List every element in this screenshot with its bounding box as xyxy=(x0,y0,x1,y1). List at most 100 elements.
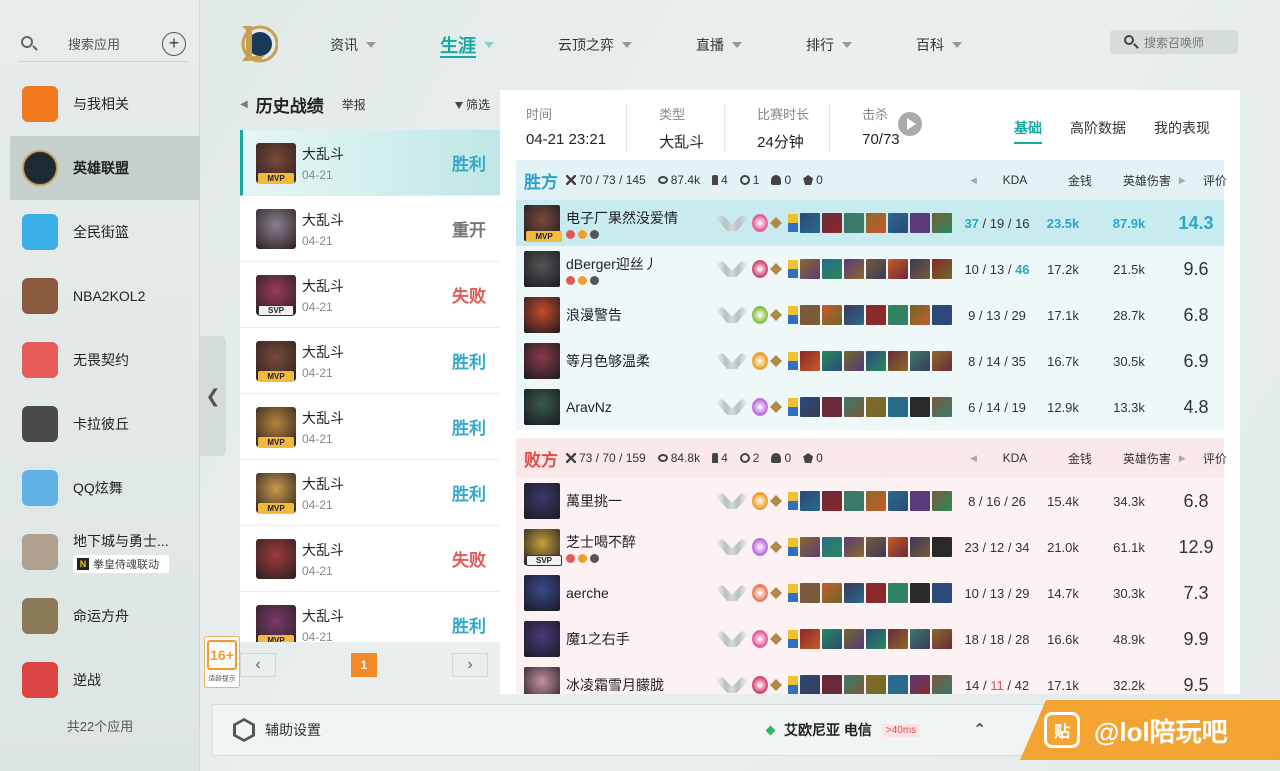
match-history-item[interactable]: MVP 大乱斗 04-21 胜利 xyxy=(240,130,500,196)
summoner-search-input[interactable]: 搜索召唤师 xyxy=(1110,30,1238,54)
sidebar-app-item[interactable]: 全民街篮 xyxy=(10,200,200,264)
player-name[interactable]: 魔1之右手 xyxy=(566,629,716,649)
player-tags xyxy=(566,553,716,563)
item-icon xyxy=(932,537,952,557)
player-name[interactable]: 电子厂果然没爱情 xyxy=(566,208,716,228)
summoner-search-placeholder: 搜索召唤师 xyxy=(1144,35,1205,50)
nav-tab[interactable]: 直播 xyxy=(682,0,756,90)
filter-button[interactable]: 筛选 xyxy=(454,96,490,113)
match-history-item[interactable]: SVP 大乱斗 04-21 失败 xyxy=(240,262,500,328)
nav-tab[interactable]: 百科 xyxy=(902,0,976,90)
nav-tab[interactable]: 资讯 xyxy=(316,0,390,90)
champion-avatar: SVP xyxy=(256,274,296,316)
meta-value: 70/73 xyxy=(862,131,900,148)
col-gold: 金钱 xyxy=(1067,451,1092,466)
detail-tab[interactable]: 我的表现 xyxy=(1154,118,1210,144)
champion-avatar xyxy=(524,389,560,425)
player-row[interactable]: 浪漫警告 9 / 13 / 29 17.1k 28.7k 6.8 xyxy=(516,292,1224,338)
match-history-item[interactable]: MVP 大乱斗 04-21 胜利 xyxy=(240,592,500,642)
spell-icon xyxy=(788,260,798,269)
next-page-button[interactable]: › xyxy=(452,653,488,677)
app-sidebar: 搜索应用 + 与我相关英雄联盟全民街篮 NBA2KOL2 无畏契约 卡拉彼丘 QQ炫舞地… xyxy=(0,0,200,771)
player-name[interactable]: 等月色够温柔 xyxy=(566,351,716,371)
replay-button[interactable] xyxy=(898,112,922,136)
sidebar-app-label: NBA2KOL2 xyxy=(73,288,146,304)
triangle-left-icon[interactable]: ◀ xyxy=(970,175,977,186)
triangle-left-icon[interactable]: ◀ xyxy=(970,453,977,464)
sidebar-app-item[interactable]: QQ炫舞 xyxy=(10,456,200,520)
player-kda: 37 / 19 / 16 xyxy=(962,216,1032,231)
svp-badge: SVP xyxy=(526,555,562,566)
match-date: 04-21 xyxy=(302,629,333,643)
champion-avatar: MVP xyxy=(256,340,296,382)
item-icon xyxy=(866,537,886,557)
player-row[interactable]: aerche 10 / 13 / 29 14.7k 30.3k 7.3 xyxy=(516,570,1224,616)
sidebar-app-item[interactable]: 逆战 xyxy=(10,648,200,712)
sidebar-app-item[interactable]: 卡拉彼丘 xyxy=(10,392,200,456)
expand-bar-button[interactable]: ⌃ xyxy=(973,720,986,740)
match-history-item[interactable]: 大乱斗 04-21 失败 xyxy=(240,526,500,592)
sidebar-app-item[interactable]: 与我相关 xyxy=(10,72,200,136)
triangle-left-icon[interactable]: ◀ xyxy=(240,99,248,110)
nav-tab[interactable]: 生涯 xyxy=(426,0,508,90)
sidebar-app-label: 与我相关 xyxy=(73,96,129,112)
rank-emblem-icon xyxy=(716,585,748,601)
player-row[interactable]: MVP 电子厂果然没爱情 37 / 19 / 16 23.5k 87.9k 14.3 xyxy=(516,200,1224,246)
ping-badge: >40ms xyxy=(881,723,921,737)
player-row[interactable]: 冰凌霜雪月朦胧 14 / 11 / 42 17.1k 32.2k 9.5 xyxy=(516,662,1224,694)
nav-tab[interactable]: 排行 xyxy=(792,0,866,90)
sidebar-app-item[interactable]: NBA2KOL2 xyxy=(10,264,200,328)
match-mode: 大乱斗 xyxy=(302,145,344,162)
sidebar-app-item[interactable]: 地下城与勇士... N 拳皇侍魂联动 xyxy=(10,520,200,584)
lol-icon xyxy=(22,150,58,186)
match-meta-item: 时间 04-21 23:21 xyxy=(526,104,628,152)
add-app-button[interactable]: + xyxy=(162,32,186,56)
detail-tab[interactable]: 基础 xyxy=(1014,118,1042,144)
summoner-spells xyxy=(788,584,798,602)
sidebar-app-item[interactable]: 命运方舟 xyxy=(10,584,200,648)
current-page[interactable]: 1 xyxy=(351,653,377,677)
detail-tab[interactable]: 高阶数据 xyxy=(1070,118,1126,144)
player-name[interactable]: dBerger迎丝丿 xyxy=(566,254,716,274)
player-row[interactable]: 萬里挑一 8 / 16 / 26 15.4k 34.3k 6.8 xyxy=(516,478,1224,524)
player-row[interactable]: 等月色够温柔 8 / 14 / 35 16.7k 30.5k 6.9 xyxy=(516,338,1224,384)
player-row[interactable]: SVP 芝士喝不醉 23 / 12 / 34 21.0k 61.1k 12.9 xyxy=(516,524,1224,570)
item-icon xyxy=(932,213,952,233)
player-name[interactable]: 芝士喝不醉 xyxy=(566,532,716,552)
player-name[interactable]: 浪漫警告 xyxy=(566,305,716,325)
server-status[interactable]: 艾欧尼亚 电信 >40ms xyxy=(765,720,921,740)
champion-avatar: MVP xyxy=(524,205,562,242)
sidebar-app-item[interactable]: 英雄联盟 xyxy=(10,136,200,200)
col-damage: 英雄伤害 xyxy=(1122,173,1171,188)
app-search[interactable]: 搜索应用 + xyxy=(18,26,188,62)
match-history-item[interactable]: 大乱斗 04-21 重开 xyxy=(240,196,500,262)
sidebar-app-item[interactable]: 无畏契约 xyxy=(10,328,200,392)
match-date: 04-21 xyxy=(302,431,333,446)
match-history-item[interactable]: MVP 大乱斗 04-21 胜利 xyxy=(240,328,500,394)
item-icon xyxy=(888,629,908,649)
collapse-sidebar-button[interactable]: ❮ xyxy=(200,336,226,456)
item-icon xyxy=(822,537,842,557)
kda-separator: / xyxy=(975,399,987,415)
item-icon xyxy=(866,491,886,511)
player-name[interactable]: 冰凌霜雪月朦胧 xyxy=(566,675,716,694)
player-name[interactable]: 萬里挑一 xyxy=(566,491,716,511)
prev-page-button[interactable]: ‹ xyxy=(240,653,276,677)
match-history-item[interactable]: MVP 大乱斗 04-21 胜利 xyxy=(240,460,500,526)
assist-settings-button[interactable]: 辅助设置 xyxy=(233,718,321,742)
match-history-item[interactable]: MVP 大乱斗 04-21 胜利 xyxy=(240,394,500,460)
triangle-right-icon[interactable]: ▶ xyxy=(1179,175,1193,186)
player-name[interactable]: aerche xyxy=(566,585,716,601)
nav-tab[interactable]: 云顶之弈 xyxy=(544,0,646,90)
lol-logo[interactable] xyxy=(238,22,278,64)
player-row[interactable]: AravNz 6 / 14 / 19 12.9k 13.3k 4.8 xyxy=(516,384,1224,430)
player-name[interactable]: AravNz xyxy=(566,399,716,415)
sidebar-app-label: 全民街篮 xyxy=(73,224,129,240)
summoner-spells xyxy=(788,214,798,232)
player-row[interactable]: dBerger迎丝丿 10 / 13 / 46 17.2k 21.5k 9.6 xyxy=(516,246,1224,292)
kda-deaths: 13 xyxy=(989,261,1005,277)
kda-separator: / xyxy=(978,215,990,231)
triangle-right-icon[interactable]: ▶ xyxy=(1179,453,1193,464)
report-button[interactable]: 举报 xyxy=(342,96,366,113)
player-row[interactable]: 魔1之右手 18 / 18 / 28 16.6k 48.9k 9.9 xyxy=(516,616,1224,662)
